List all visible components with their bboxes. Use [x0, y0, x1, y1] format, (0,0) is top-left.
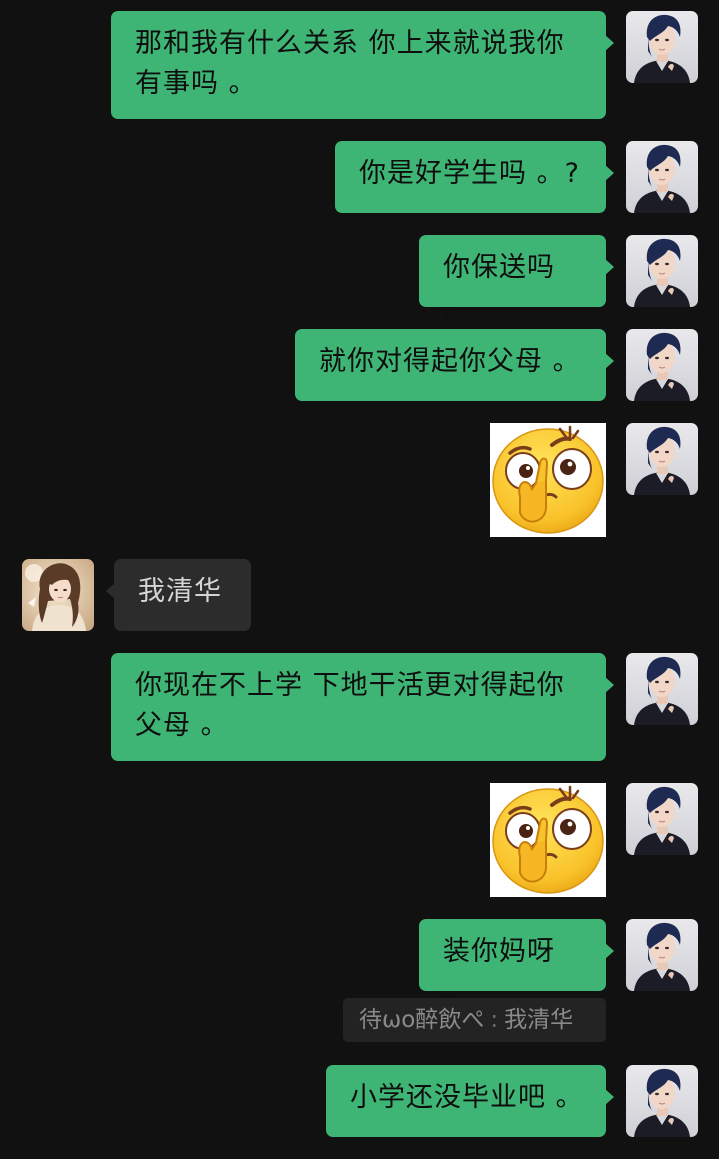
my-avatar-image [626, 919, 698, 991]
quote-text: 我清华 [504, 1007, 574, 1033]
thinking-emoji-sticker[interactable] [488, 781, 608, 899]
my-avatar[interactable] [626, 141, 698, 213]
other-message-bubble[interactable]: 我清华 [106, 559, 251, 631]
message-row: 我清华 [0, 559, 719, 631]
my-message-bubble[interactable]: 你现在不上学 下地干活更对得起你父母 。 [111, 653, 614, 761]
my-avatar[interactable] [626, 11, 698, 83]
my-message-bubble[interactable]: 就你对得起你父母 。 [295, 329, 614, 401]
message-row [0, 421, 719, 539]
my-avatar[interactable] [626, 653, 698, 725]
quoted-message[interactable]: 待ωo醉飲ぺ: 我清华 [343, 998, 606, 1042]
message-row: 你保送吗 。 [0, 235, 719, 323]
my-avatar[interactable] [626, 329, 698, 401]
my-message-bubble[interactable]: 你保送吗 。 [419, 235, 614, 323]
message-row: 装你妈呀 。 [0, 919, 719, 1007]
my-message-bubble[interactable]: 装你妈呀 。 [419, 919, 614, 1007]
my-avatar[interactable] [626, 919, 698, 991]
my-message-bubble[interactable]: 你是好学生吗 。? [335, 141, 614, 213]
my-avatar[interactable] [626, 783, 698, 855]
thinking-emoji-icon [488, 421, 608, 539]
other-avatar-image [22, 559, 94, 631]
my-avatar-image [626, 11, 698, 83]
quote-author: 待ωo醉飲ぺ [359, 1007, 485, 1033]
my-avatar[interactable] [626, 1065, 698, 1137]
message-row: 你现在不上学 下地干活更对得起你父母 。 [0, 653, 719, 761]
other-avatar[interactable] [22, 559, 94, 631]
my-avatar[interactable] [626, 235, 698, 307]
quote-separator: : [490, 1007, 499, 1033]
my-avatar-image [626, 783, 698, 855]
my-avatar-image [626, 329, 698, 401]
my-message-bubble[interactable]: 那和我有什么关系 你上来就说我你有事吗 。 [111, 11, 614, 119]
my-message-bubble[interactable]: 小学还没毕业吧 。 [326, 1065, 614, 1137]
message-row: 就你对得起你父母 。 [0, 329, 719, 401]
my-avatar-image [626, 141, 698, 213]
thinking-emoji-sticker[interactable] [488, 421, 608, 539]
message-row: 你是好学生吗 。? [0, 141, 719, 213]
my-avatar-image [626, 653, 698, 725]
message-row: 那和我有什么关系 你上来就说我你有事吗 。 [0, 11, 719, 119]
my-avatar-image [626, 423, 698, 495]
my-avatar-image [626, 235, 698, 307]
message-row [0, 781, 719, 899]
message-row: 小学还没毕业吧 。 [0, 1065, 719, 1137]
my-avatar-image [626, 1065, 698, 1137]
my-avatar[interactable] [626, 423, 698, 495]
thinking-emoji-icon [488, 781, 608, 899]
